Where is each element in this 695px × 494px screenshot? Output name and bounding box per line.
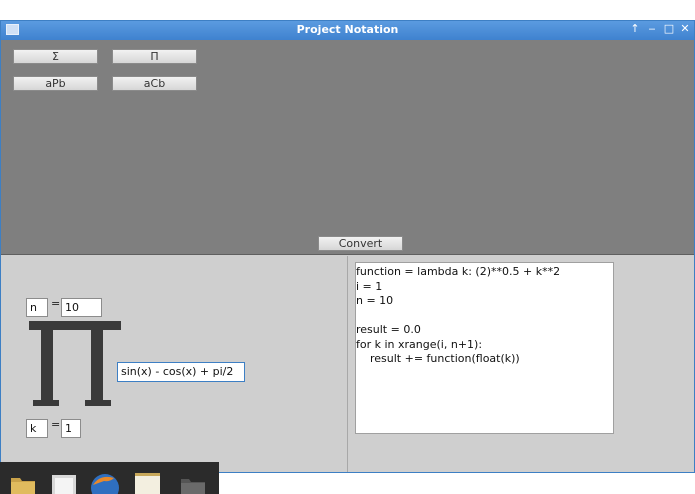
- taskbar: [0, 462, 219, 494]
- window-title: Project Notation: [296, 23, 399, 36]
- maximize-icon[interactable]: □: [663, 22, 675, 35]
- sigma-button[interactable]: Σ: [13, 49, 98, 64]
- code-line: for k in xrange(i, n+1):: [356, 337, 483, 351]
- code-line: result = 0.0: [356, 323, 421, 336]
- permutation-button[interactable]: aPb: [13, 76, 98, 91]
- convert-button[interactable]: Convert: [318, 236, 403, 251]
- code-output[interactable]: function = lambda k: (2)**0.5 + k**2 i =…: [355, 262, 614, 434]
- upper-bound-input[interactable]: 10: [61, 298, 102, 317]
- code-line: i = 1: [356, 279, 383, 293]
- function-input[interactable]: sin(x) - cos(x) + pi/2: [117, 362, 245, 382]
- code-line: result += function(float(k)): [356, 352, 520, 365]
- lower-var-field[interactable]: k: [26, 419, 48, 438]
- browser-icon[interactable]: [90, 468, 120, 494]
- files-icon[interactable]: [49, 468, 79, 494]
- title-bar[interactable]: Project Notation ↑ ‒ □ ✕: [1, 21, 694, 40]
- pi-button[interactable]: Π: [112, 49, 197, 64]
- lower-equals-label: =: [51, 418, 61, 431]
- app-window: Project Notation ↑ ‒ □ ✕ Σ Π aPb aCb Con…: [0, 20, 695, 473]
- code-pane: function = lambda k: (2)**0.5 + k**2 i =…: [349, 256, 694, 472]
- close-icon[interactable]: ✕: [679, 22, 691, 35]
- product-symbol-icon: [29, 321, 121, 406]
- code-line: n = 10: [356, 294, 394, 307]
- combination-button[interactable]: aCb: [112, 76, 197, 91]
- lower-bound-input[interactable]: 1: [61, 419, 81, 438]
- upper-var-field[interactable]: n: [26, 298, 48, 317]
- folder-icon[interactable]: [8, 468, 38, 494]
- minimize-icon[interactable]: ‒: [646, 22, 658, 35]
- notation-pane: n = 10 sin(x) - cos(x) + pi/2 k = 1: [1, 256, 348, 472]
- directory-icon[interactable]: [178, 468, 208, 494]
- notes-icon[interactable]: [132, 468, 162, 494]
- keep-above-icon[interactable]: ↑: [629, 22, 641, 35]
- symbol-toolbar-area: Σ Π aPb aCb Convert: [1, 40, 694, 255]
- code-line: function = lambda k: (2)**0.5 + k**2: [356, 265, 561, 278]
- upper-equals-label: =: [51, 297, 61, 310]
